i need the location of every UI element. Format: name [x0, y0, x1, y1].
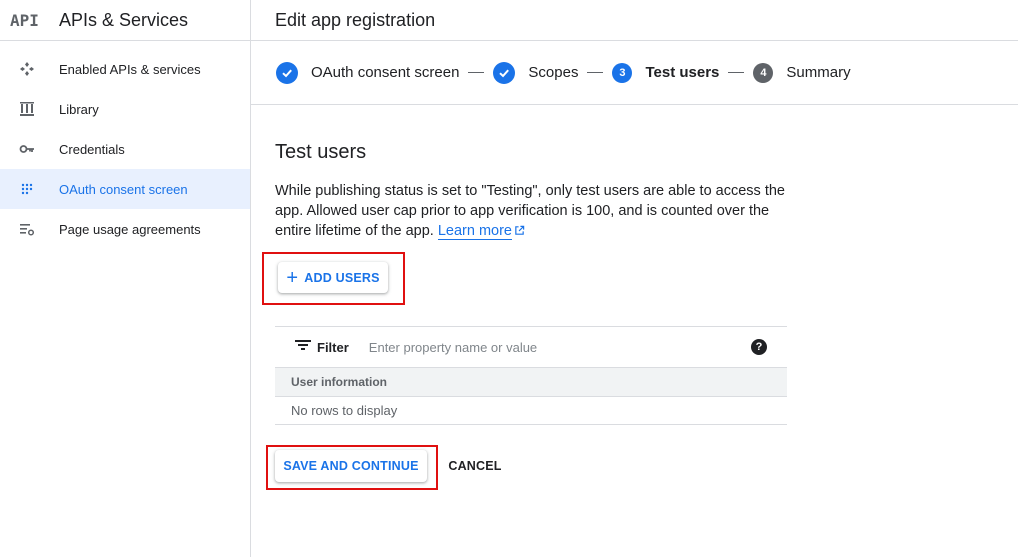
plus-icon: +: [286, 266, 299, 289]
save-and-continue-label: SAVE AND CONTINUE: [283, 459, 419, 473]
sidebar-item-enabled-apis[interactable]: Enabled APIs & services: [0, 49, 250, 89]
settings-list-icon: [18, 220, 36, 238]
step-separator: [468, 72, 485, 73]
library-icon: [18, 100, 36, 118]
column-header-user-information[interactable]: User information: [291, 375, 387, 389]
enabled-apis-icon: [18, 60, 36, 78]
step-separator: [728, 72, 745, 73]
step-test-users[interactable]: 3 Test users: [612, 62, 720, 83]
cancel-label: CANCEL: [448, 459, 502, 473]
app-root: API APIs & Services Enabled APIs & servi…: [0, 0, 1018, 557]
learn-more-link[interactable]: Learn more: [437, 223, 512, 240]
table-header: User information: [275, 367, 787, 396]
add-users-label: ADD USERS: [304, 270, 380, 285]
sidebar-item-label: Credentials: [59, 141, 125, 157]
step-label: Summary: [786, 64, 851, 81]
step-oauth-consent[interactable]: OAuth consent screen: [276, 61, 460, 84]
help-icon[interactable]: ?: [751, 339, 767, 355]
description: While publishing status is set to "Testi…: [275, 181, 795, 242]
sidebar: API APIs & Services Enabled APIs & servi…: [0, 0, 251, 557]
description-text: While publishing status is set to "Testi…: [275, 183, 785, 239]
check-icon: [493, 61, 516, 84]
sidebar-item-label: Library: [59, 101, 99, 117]
step-number: 4: [753, 62, 774, 83]
page-title: Edit app registration: [275, 9, 436, 30]
save-and-continue-button[interactable]: SAVE AND CONTINUE: [275, 450, 427, 482]
step-label: OAuth consent screen: [311, 64, 460, 81]
filter-icon: [295, 338, 311, 356]
sidebar-item-credentials[interactable]: Credentials: [0, 129, 250, 169]
sidebar-item-page-usage[interactable]: Page usage agreements: [0, 209, 250, 249]
sidebar-item-label: Page usage agreements: [59, 221, 201, 237]
step-summary[interactable]: 4 Summary: [753, 62, 851, 83]
key-icon: [18, 140, 36, 158]
step-label: Scopes: [528, 64, 579, 81]
stepper: OAuth consent screen Scopes 3 Test users…: [251, 41, 1018, 105]
empty-table-row: No rows to display: [275, 396, 787, 425]
section-title: Test users: [275, 141, 367, 163]
external-link-icon: [514, 222, 525, 242]
step-scopes[interactable]: Scopes: [493, 61, 579, 84]
sidebar-item-library[interactable]: Library: [0, 89, 250, 129]
check-icon: [276, 61, 298, 84]
test-users-table: Filter ? User information No rows to dis…: [275, 326, 787, 425]
filter-input[interactable]: [368, 339, 729, 355]
sidebar-title: APIs & Services: [59, 9, 189, 30]
sidebar-nav: Enabled APIs & services Library Credenti…: [0, 41, 250, 249]
step-label: Test users: [645, 64, 720, 81]
oauth-icon: [18, 180, 36, 198]
sidebar-item-label: Enabled APIs & services: [59, 61, 201, 77]
sidebar-item-label: OAuth consent screen: [59, 181, 188, 197]
cancel-button[interactable]: CANCEL: [441, 450, 509, 482]
page-header: Edit app registration: [251, 0, 1018, 41]
step-separator: [587, 72, 604, 73]
step-number: 3: [612, 62, 633, 83]
filter-label: Filter: [317, 339, 349, 355]
empty-table-text: No rows to display: [291, 403, 398, 418]
filter-bar: Filter ?: [275, 326, 787, 367]
api-logo: API: [10, 10, 39, 30]
learn-more-label: Learn more: [437, 223, 512, 239]
sidebar-header: API APIs & Services: [0, 0, 250, 41]
sidebar-item-oauth-consent[interactable]: OAuth consent screen: [0, 169, 250, 209]
add-users-button[interactable]: + ADD USERS: [278, 262, 388, 293]
